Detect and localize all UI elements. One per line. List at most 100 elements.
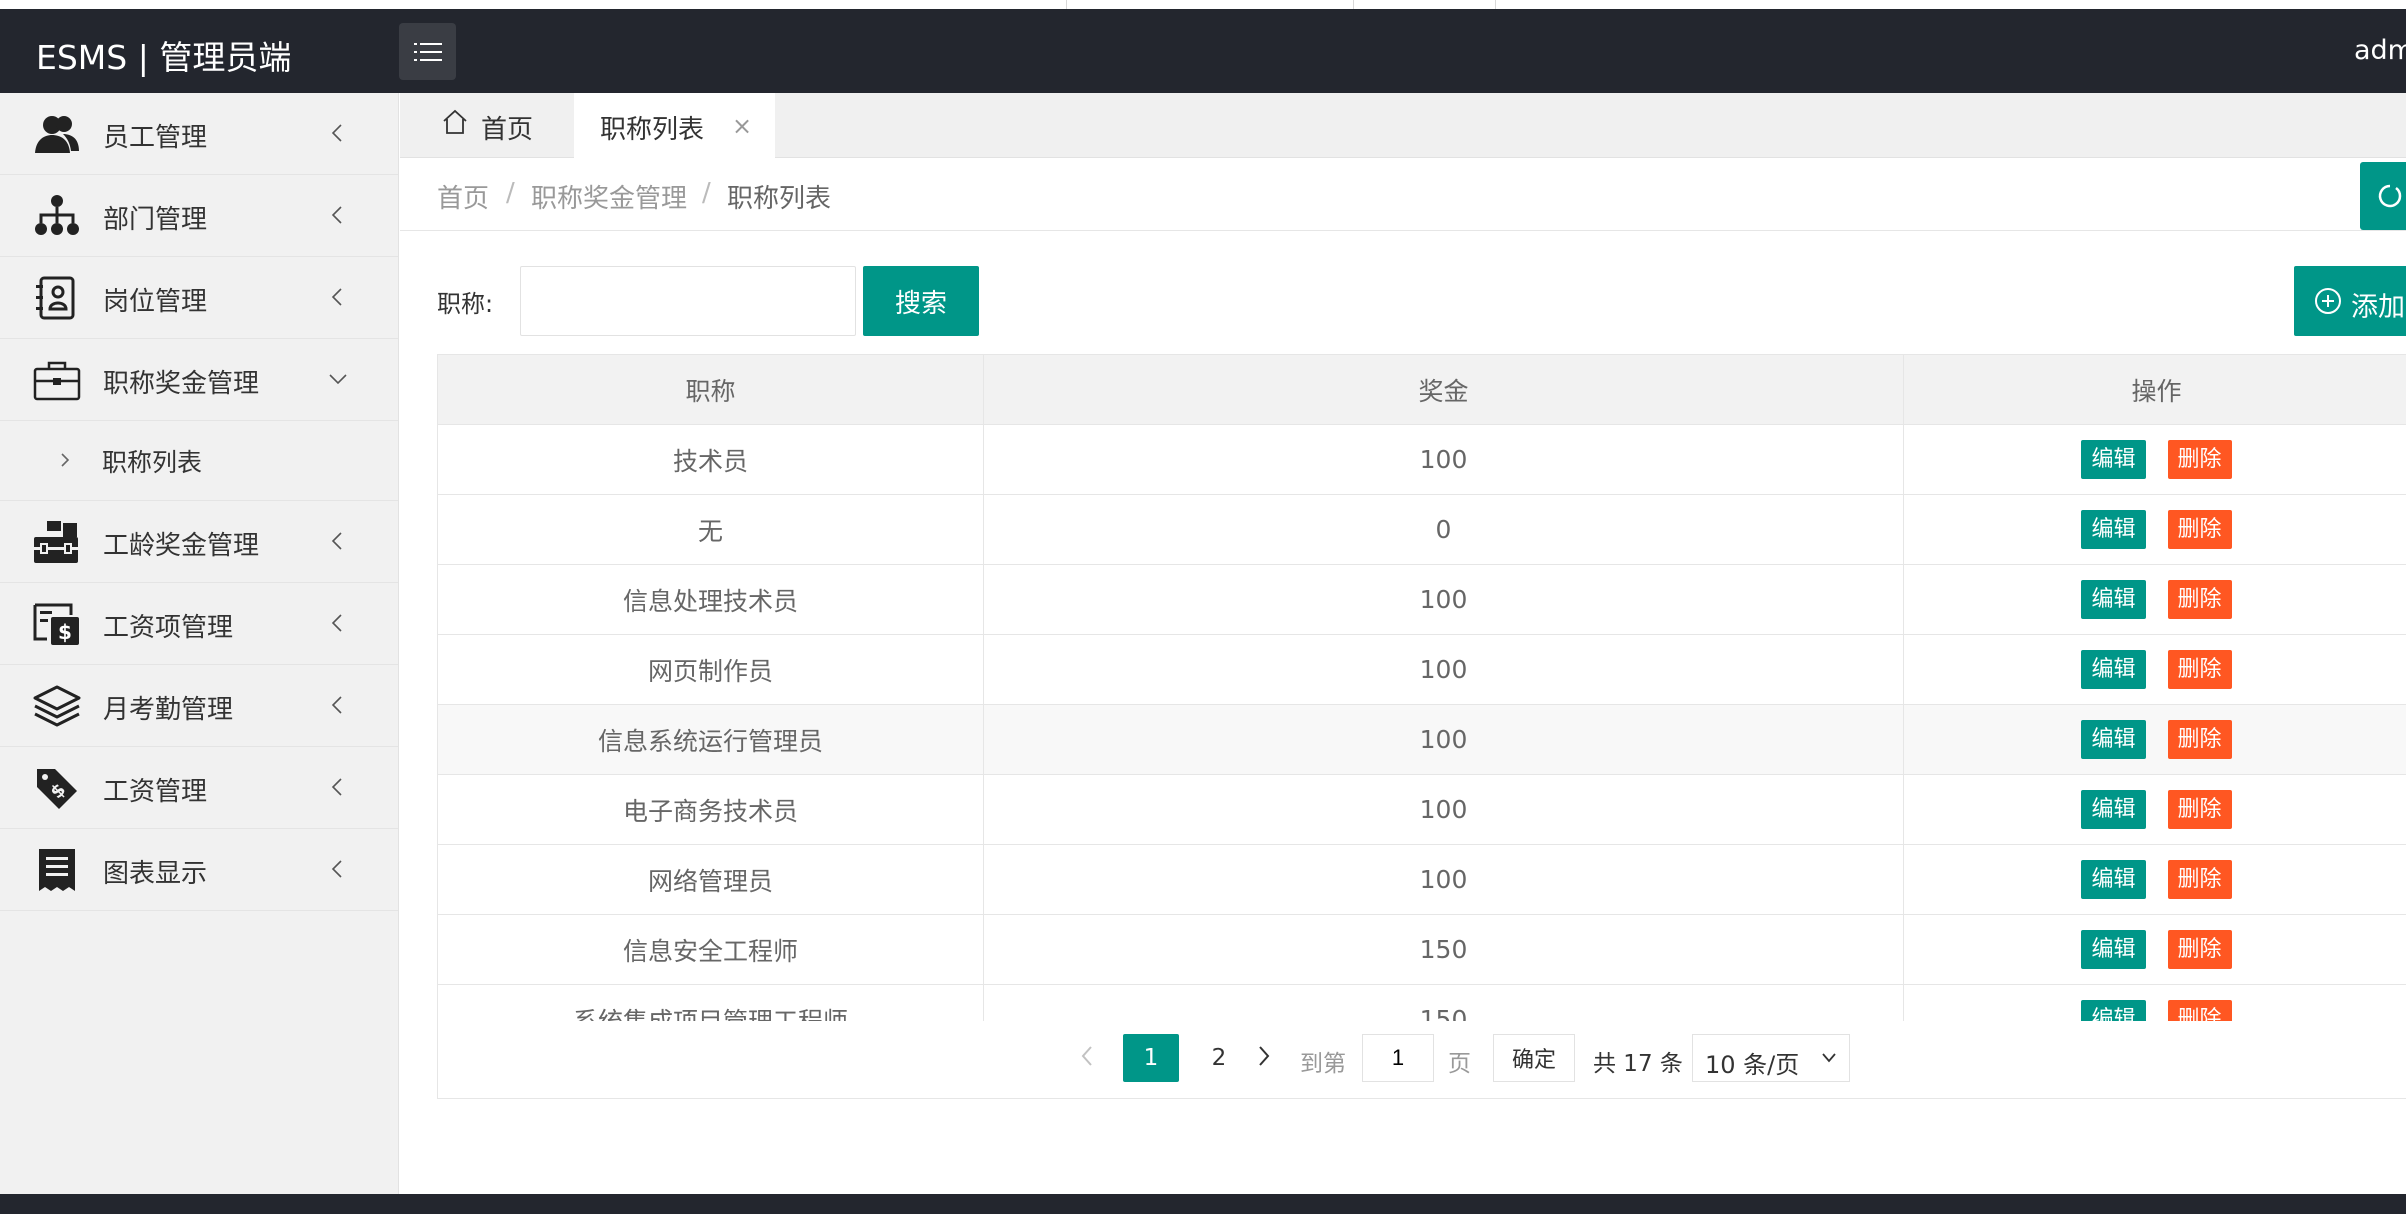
- column-header-bonus[interactable]: 奖金: [983, 355, 1904, 425]
- sidebar-item-label: 职称奖金管理: [103, 369, 260, 399]
- menu-toggle-button[interactable]: [399, 23, 456, 80]
- title-table: 职称 奖金 操作 技术员 100 编辑 删除 无 0 编辑 删除 信息处理技术员 1…: [437, 354, 2406, 1024]
- chevron-right-icon[interactable]: [1256, 1044, 1272, 1068]
- edit-button[interactable]: 编辑: [2081, 720, 2146, 759]
- users-icon: [35, 116, 79, 153]
- delete-button[interactable]: 删除: [2167, 930, 2232, 969]
- receipt-icon: [39, 849, 75, 891]
- chevron-left-icon: [331, 124, 342, 142]
- cell-title: 网络管理员: [438, 844, 984, 915]
- breadcrumb-home[interactable]: 首页: [437, 178, 489, 215]
- table-row: 信息安全工程师 150 编辑 删除: [438, 914, 2406, 985]
- edit-button[interactable]: 编辑: [2081, 650, 2146, 689]
- table-row: 信息处理技术员 100 编辑 删除: [438, 564, 2406, 635]
- cell-actions: 编辑 删除: [1903, 914, 2406, 985]
- delete-button[interactable]: 删除: [2167, 510, 2232, 549]
- sidebar-item-departments[interactable]: 部门管理: [0, 175, 398, 257]
- top-header: ESMS | 管理员端 adm: [0, 9, 2406, 93]
- breadcrumb-title-bonus[interactable]: 职称奖金管理: [531, 178, 687, 215]
- refresh-button[interactable]: [2360, 162, 2406, 230]
- svg-text:$: $: [58, 620, 72, 644]
- sidebar-item-title-bonus[interactable]: 职称奖金管理: [0, 339, 398, 421]
- edit-button[interactable]: 编辑: [2081, 440, 2146, 479]
- cell-title: 信息处理技术员: [438, 564, 984, 635]
- cell-bonus: 100: [983, 704, 1904, 775]
- add-button-label: 添加: [2351, 292, 2405, 323]
- cell-title: 信息安全工程师: [438, 914, 984, 985]
- sidebar-item-salary-items[interactable]: $ 工资项管理: [0, 583, 398, 665]
- table-row: 技术员 100 编辑 删除: [438, 424, 2406, 495]
- sidebar-item-positions[interactable]: 岗位管理: [0, 257, 398, 339]
- cell-bonus: 0: [983, 494, 1904, 565]
- cell-title: 网页制作员: [438, 634, 984, 705]
- sidebar-item-employees[interactable]: 员工管理: [0, 93, 398, 175]
- breadcrumb: 首页 / 职称奖金管理 / 职称列表: [400, 158, 2406, 231]
- breadcrumb-current: 职称列表: [727, 184, 832, 214]
- delete-button[interactable]: 删除: [2167, 790, 2232, 829]
- cell-actions: 编辑 删除: [1903, 844, 2406, 915]
- address-book-icon: [36, 276, 75, 320]
- cell-title: 系统集成项目管理工程师: [438, 984, 984, 1023]
- cell-actions: 编辑 删除: [1903, 424, 2406, 495]
- table-row: 信息系统运行管理员 100 编辑 删除: [438, 704, 2406, 775]
- edit-button[interactable]: 编辑: [2081, 790, 2146, 829]
- home-icon: [443, 109, 467, 134]
- sidebar-item-label: 岗位管理: [103, 287, 208, 317]
- user-menu[interactable]: adm: [2354, 35, 2406, 66]
- sidebar-item-charts[interactable]: 图表显示: [0, 829, 398, 911]
- delete-button[interactable]: 删除: [2167, 860, 2232, 899]
- money-tag-icon: $: [37, 769, 77, 809]
- tab-home[interactable]: 首页: [400, 93, 574, 158]
- cell-actions: 编辑 删除: [1903, 494, 2406, 565]
- page-size-select[interactable]: 10 条/页: [1692, 1034, 1850, 1082]
- delete-button[interactable]: 删除: [2167, 580, 2232, 619]
- column-header-title[interactable]: 职称: [438, 355, 984, 425]
- edit-button[interactable]: 编辑: [2081, 580, 2146, 619]
- page-2[interactable]: 2: [1199, 1034, 1239, 1082]
- edit-button[interactable]: 编辑: [2081, 860, 2146, 899]
- cell-bonus: 100: [983, 774, 1904, 845]
- page-size-value: 10 条/页: [1705, 1051, 1800, 1079]
- cell-actions: 编辑 删除: [1903, 774, 2406, 845]
- close-icon[interactable]: ×: [732, 114, 752, 138]
- tab-label: 职称列表: [600, 115, 705, 145]
- table-header-row: 职称 奖金 操作: [438, 355, 2406, 425]
- tab-title-list[interactable]: 职称列表 ×: [574, 93, 775, 158]
- search-label: 职称:: [437, 290, 494, 318]
- cell-bonus: 100: [983, 564, 1904, 635]
- column-header-actions: 操作: [1903, 355, 2406, 425]
- chevron-left-icon: [331, 532, 342, 550]
- cell-actions: 编辑 删除: [1903, 984, 2406, 1023]
- goto-page-input[interactable]: [1362, 1034, 1434, 1082]
- sidebar-item-label: 月考勤管理: [103, 695, 234, 725]
- sidebar-subitem-title-list[interactable]: 职称列表: [0, 421, 398, 501]
- add-button[interactable]: 添加: [2294, 266, 2406, 336]
- breadcrumb-separator: /: [506, 178, 515, 208]
- table-row: 网页制作员 100 编辑 删除: [438, 634, 2406, 705]
- sidebar-item-label: 员工管理: [103, 123, 208, 153]
- search-button[interactable]: 搜索: [863, 266, 979, 336]
- goto-confirm-button[interactable]: 确定: [1493, 1034, 1575, 1082]
- briefcase-icon: [33, 361, 81, 401]
- delete-button[interactable]: 删除: [2167, 440, 2232, 479]
- page-current[interactable]: 1: [1123, 1034, 1179, 1082]
- table-row: 网络管理员 100 编辑 删除: [438, 844, 2406, 915]
- sidebar-item-salary[interactable]: $ 工资管理: [0, 747, 398, 829]
- cell-title: 电子商务技术员: [438, 774, 984, 845]
- delete-button[interactable]: 删除: [2167, 650, 2232, 689]
- title-search-input[interactable]: [520, 266, 856, 336]
- edit-button[interactable]: 编辑: [2081, 930, 2146, 969]
- layers-icon: [33, 685, 81, 727]
- sidebar-item-seniority-bonus[interactable]: 工龄奖金管理: [0, 501, 398, 583]
- sidebar-item-attendance[interactable]: 月考勤管理: [0, 665, 398, 747]
- chevron-left-icon: [331, 778, 342, 796]
- breadcrumb-separator: /: [702, 178, 711, 208]
- bottom-bar: [0, 1194, 2406, 1214]
- refresh-icon: [2378, 184, 2402, 208]
- chevron-left-icon: [331, 696, 342, 714]
- edit-button[interactable]: 编辑: [2081, 510, 2146, 549]
- delete-button[interactable]: 删除: [2167, 720, 2232, 759]
- chevron-left-icon[interactable]: [1079, 1044, 1095, 1068]
- sidebar-item-label: 工资项管理: [103, 613, 234, 643]
- plus-circle-icon: [2315, 288, 2341, 314]
